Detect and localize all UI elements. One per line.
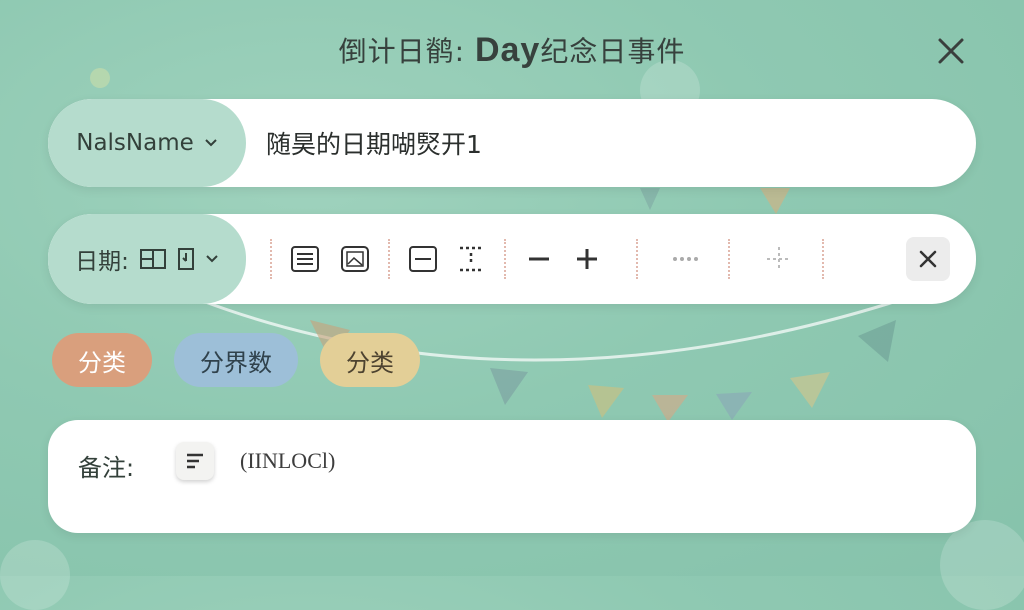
note-button[interactable] — [176, 442, 214, 480]
move-icon — [767, 247, 791, 271]
tag-category-2[interactable]: 分界数 — [174, 333, 298, 387]
date-selector[interactable]: 日期: — [48, 214, 246, 304]
category-tags: 分类 分界数 分类 — [52, 333, 420, 387]
title-prefix: 倒计日鹡: — [338, 35, 475, 68]
chevron-down-icon — [206, 255, 218, 263]
title-highlight: Day — [474, 31, 541, 69]
date-toolbar — [270, 214, 950, 304]
image-button[interactable] — [336, 240, 374, 278]
note-input[interactable]: (IINLOCl) — [240, 448, 335, 474]
close-icon — [919, 250, 937, 268]
plus-icon — [577, 249, 597, 269]
name-row: NalsName 随昊的日期㗅㷂开1 — [48, 99, 976, 187]
event-name-input[interactable]: 随昊的日期㗅㷂开1 — [266, 99, 482, 187]
close-icon — [938, 38, 964, 64]
date-label: 日期: — [75, 249, 129, 275]
collapse-button[interactable] — [404, 240, 442, 278]
minus-box-icon — [409, 246, 437, 272]
tag-category-3[interactable]: 分类 — [320, 333, 420, 387]
note-icon — [187, 453, 203, 469]
flag-icon — [177, 248, 194, 270]
dialog-title: 倒计日鹡: Day纪念日事件 — [0, 30, 1024, 70]
calendar-icon — [139, 249, 166, 269]
minus-icon — [529, 257, 549, 261]
note-label: 备注: — [78, 454, 135, 482]
more-button[interactable] — [666, 240, 704, 278]
clear-button[interactable] — [906, 237, 950, 281]
toolbar-divider — [388, 239, 390, 279]
toolbar-divider — [636, 239, 638, 279]
note-row: 备注: (IINLOCl) — [48, 420, 976, 533]
name-type-selector[interactable]: NalsName — [48, 99, 246, 187]
decrease-button[interactable] — [520, 240, 558, 278]
toolbar-divider — [504, 239, 506, 279]
list-button[interactable] — [286, 240, 324, 278]
toolbar-divider — [270, 239, 272, 279]
image-icon — [341, 246, 369, 272]
ellipsis-icon — [673, 257, 698, 261]
toolbar-divider — [822, 239, 824, 279]
grid-button[interactable] — [452, 240, 490, 278]
tag-category-1[interactable]: 分类 — [52, 333, 152, 387]
list-icon — [291, 246, 319, 272]
name-type-label: NalsName — [76, 130, 194, 156]
close-button[interactable] — [932, 32, 970, 70]
grid-dots-icon — [460, 246, 482, 272]
increase-button[interactable] — [568, 240, 606, 278]
title-suffix: 纪念日事件 — [540, 35, 686, 68]
toolbar-divider — [728, 239, 730, 279]
move-button[interactable] — [760, 240, 798, 278]
date-row: 日期: — [48, 214, 976, 304]
chevron-down-icon — [205, 139, 217, 147]
